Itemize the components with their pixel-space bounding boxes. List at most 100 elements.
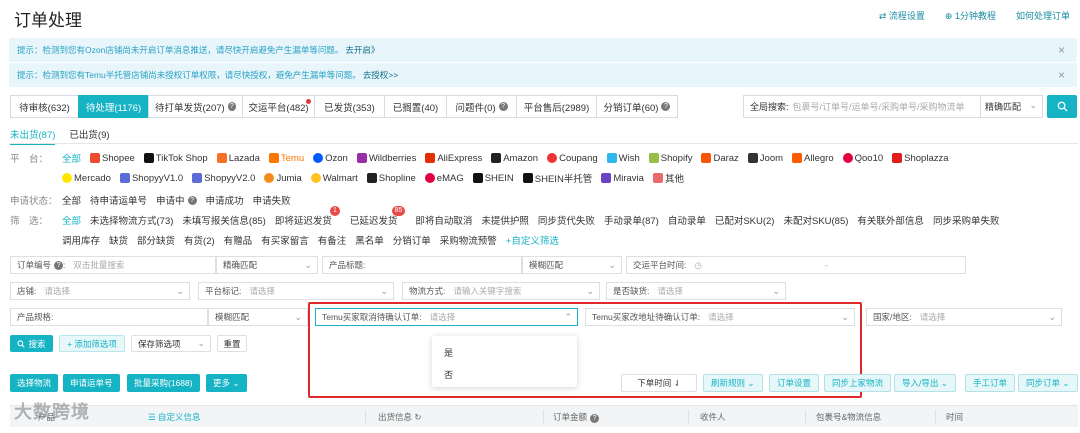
reset-button[interactable]: 重置 bbox=[217, 335, 247, 352]
how-to-process-link[interactable]: 如何处理订单 bbox=[1016, 9, 1070, 22]
platform-aliexpress[interactable]: AliExpress bbox=[425, 153, 482, 164]
platform-shopyy1[interactable]: ShopyyV1.0 bbox=[119, 173, 183, 184]
tab-problem[interactable]: 问题件(0)? bbox=[446, 95, 516, 118]
platform-temu[interactable]: Temu bbox=[268, 153, 304, 164]
enable-push-link[interactable]: 去开启》 bbox=[345, 44, 379, 56]
platform-shein-semi[interactable]: SHEIN半托管 bbox=[522, 171, 592, 185]
tab-ship-platform[interactable]: 交运平台(482) bbox=[242, 95, 314, 118]
platform-ozon[interactable]: Ozon bbox=[313, 153, 348, 164]
option-yes[interactable]: 是 bbox=[444, 346, 453, 359]
order-time-sort[interactable]: 下单时间 ⇃ bbox=[621, 374, 697, 392]
temu-cancel-select[interactable]: Temu买家取消待确认订单: 请选择 ⌃ bbox=[315, 308, 578, 326]
platform-wildberries[interactable]: Wildberries bbox=[356, 153, 416, 164]
platform-qoo10[interactable]: Qoo10 bbox=[842, 153, 883, 164]
tab-pending-process[interactable]: 待处理(1176) bbox=[78, 95, 148, 118]
screen-distribution[interactable]: 分销订单 bbox=[393, 233, 431, 247]
screen-in-stock[interactable]: 有货(2) bbox=[184, 233, 215, 247]
platform-shopyy2[interactable]: ShopyyV2.0 bbox=[192, 173, 255, 184]
apply-in-progress[interactable]: 申请中? bbox=[156, 193, 197, 207]
platform-shoplazza[interactable]: Shoplazza bbox=[892, 153, 949, 164]
platform-all[interactable]: 全部 bbox=[62, 151, 81, 165]
screen-out-of-stock[interactable]: 缺货 bbox=[109, 233, 128, 247]
platform-walmart[interactable]: Walmart bbox=[310, 173, 358, 184]
screen-delayed[interactable]: 已延迟发货 85 bbox=[350, 206, 406, 227]
select-logistics-button[interactable]: 选择物流 bbox=[10, 374, 59, 392]
import-export-button[interactable]: 导入/导出 ⌄ bbox=[894, 374, 956, 392]
manual-order-button[interactable]: 手工订单 bbox=[965, 374, 1016, 392]
global-search-input[interactable]: 包裹号/订单号/运单号/采购单号/采购物流单 bbox=[793, 100, 980, 113]
global-search-button[interactable] bbox=[1047, 95, 1077, 118]
screen-blacklist[interactable]: 黑名单 bbox=[355, 233, 384, 247]
tab-after-sales[interactable]: 平台售后(2989) bbox=[516, 95, 596, 118]
product-title-match-select[interactable]: 模糊匹配 ⌄ bbox=[522, 256, 622, 274]
close-icon[interactable]: × bbox=[1058, 68, 1065, 82]
platform-shein[interactable]: SHEIN bbox=[472, 173, 514, 184]
order-settings-button[interactable]: 订单设置 bbox=[769, 374, 820, 392]
platform-wish[interactable]: Wish bbox=[606, 153, 640, 164]
platform-mercado[interactable]: Mercado bbox=[62, 173, 111, 184]
platform-shopee[interactable]: Shopee bbox=[90, 153, 135, 164]
sync-orders-button[interactable]: 同步订单 ⌄ bbox=[1018, 374, 1078, 392]
screen-sku-paired[interactable]: 已配对SKU(2) bbox=[715, 213, 775, 227]
match-select[interactable]: 精确匹配 ⌄ bbox=[980, 96, 1042, 117]
screen-all[interactable]: 全部 bbox=[62, 213, 81, 227]
order-no-input[interactable]: 双击批量搜索 bbox=[73, 259, 124, 271]
screen-forwarder-fail[interactable]: 同步货代失败 bbox=[538, 213, 595, 227]
custom-filter-link[interactable]: +自定义筛选 bbox=[506, 233, 559, 247]
screen-sync-purchase-fail[interactable]: 同步采购单失败 bbox=[933, 213, 1000, 227]
tab-distribution[interactable]: 分销订单(60)? bbox=[596, 95, 678, 118]
process-settings-link[interactable]: ⇄ 流程设置 bbox=[879, 9, 925, 22]
platform-allegro[interactable]: Allegro bbox=[792, 153, 834, 164]
platform-jumia[interactable]: Jumia bbox=[264, 173, 302, 184]
platform-lazada[interactable]: Lazada bbox=[216, 153, 260, 164]
screen-partial-stock[interactable]: 部分缺货 bbox=[137, 233, 175, 247]
screen-no-logistics[interactable]: 未选择物流方式(73) bbox=[90, 213, 173, 227]
save-filter-select[interactable]: 保存筛选项 ⌄ bbox=[131, 335, 211, 352]
order-no-match-select[interactable]: 精确匹配 ⌄ bbox=[216, 256, 318, 274]
tab-shipped[interactable]: 已发货(353) bbox=[314, 95, 384, 118]
temu-address-select[interactable]: Temu买家改地址待确认订单: 请选择 ⌄ bbox=[585, 308, 855, 326]
screen-external-info[interactable]: 有关联外部信息 bbox=[857, 213, 924, 227]
screen-has-note[interactable]: 有备注 bbox=[318, 233, 347, 247]
tab-on-hold[interactable]: 已搁置(40) bbox=[384, 95, 446, 118]
ship-time-field[interactable]: 交运平台时间: ◷ - bbox=[626, 256, 966, 274]
apply-success[interactable]: 申请成功 bbox=[206, 193, 244, 207]
platform-amazon[interactable]: Amazon bbox=[491, 153, 538, 164]
batch-purchase-button[interactable]: 批量采购(1688) bbox=[127, 374, 200, 392]
screen-no-passport[interactable]: 未提供护照 bbox=[481, 213, 529, 227]
screen-sku-unpaired[interactable]: 未配对SKU(85) bbox=[783, 213, 848, 227]
refresh-rules-button[interactable]: 刷新规则 ⌄ bbox=[703, 374, 763, 392]
platform-tag-select[interactable]: 平台标记: 请选择 ⌄ bbox=[198, 282, 394, 300]
screen-no-customs[interactable]: 未填写报关信息(85) bbox=[182, 213, 265, 227]
platform-miravia[interactable]: Miravia bbox=[601, 173, 644, 184]
add-filter-button[interactable]: + 添加筛选项 bbox=[59, 335, 125, 352]
tutorial-link[interactable]: ⊕ 1分钟教程 bbox=[945, 9, 996, 22]
apply-all[interactable]: 全部 bbox=[62, 193, 81, 207]
platform-shopify[interactable]: Shopify bbox=[648, 153, 692, 164]
platform-shopline[interactable]: Shopline bbox=[366, 173, 416, 184]
platform-daraz[interactable]: Daraz bbox=[701, 153, 739, 164]
spec-match-select[interactable]: 模糊匹配 ⌄ bbox=[208, 308, 308, 326]
oos-select[interactable]: 是否缺货: 请选择 ⌄ bbox=[606, 282, 786, 300]
apply-pending[interactable]: 待申请运单号 bbox=[90, 193, 147, 207]
platform-coupang[interactable]: Coupang bbox=[547, 153, 598, 164]
platform-other[interactable]: 其他 bbox=[652, 171, 684, 185]
authorize-link[interactable]: 去授权>> bbox=[363, 69, 398, 81]
spec-field[interactable]: 产品规格: bbox=[10, 308, 208, 326]
platform-joom[interactable]: Joom bbox=[747, 153, 783, 164]
screen-purchase-warning[interactable]: 采购物流预警 bbox=[440, 233, 497, 247]
order-no-field[interactable]: 订单编号?: 双击批量搜索 bbox=[10, 256, 216, 274]
store-select[interactable]: 店铺: 请选择 ⌄ bbox=[10, 282, 190, 300]
screen-manual-order[interactable]: 手动录单(87) bbox=[604, 213, 659, 227]
screen-use-stock[interactable]: 调用库存 bbox=[62, 233, 100, 247]
col-custom-info[interactable]: ☰ 自定义信息 bbox=[148, 411, 201, 423]
logistics-select[interactable]: 物流方式: 请输入关键字搜索 ⌄ bbox=[402, 282, 600, 300]
platform-tiktok[interactable]: TikTok Shop bbox=[143, 153, 208, 164]
country-select[interactable]: 国家/地区: 请选择 ⌄ bbox=[866, 308, 1062, 326]
apply-waybill-button[interactable]: 申请运单号 bbox=[63, 374, 120, 392]
tab-pending-ship[interactable]: 待打单发货(207)? bbox=[148, 95, 242, 118]
product-title-field[interactable]: 产品标题: bbox=[322, 256, 522, 274]
platform-emag[interactable]: eMAG bbox=[424, 173, 464, 184]
more-button[interactable]: 更多 ⌄ bbox=[206, 374, 247, 392]
search-button[interactable]: 搜索 bbox=[10, 335, 53, 352]
